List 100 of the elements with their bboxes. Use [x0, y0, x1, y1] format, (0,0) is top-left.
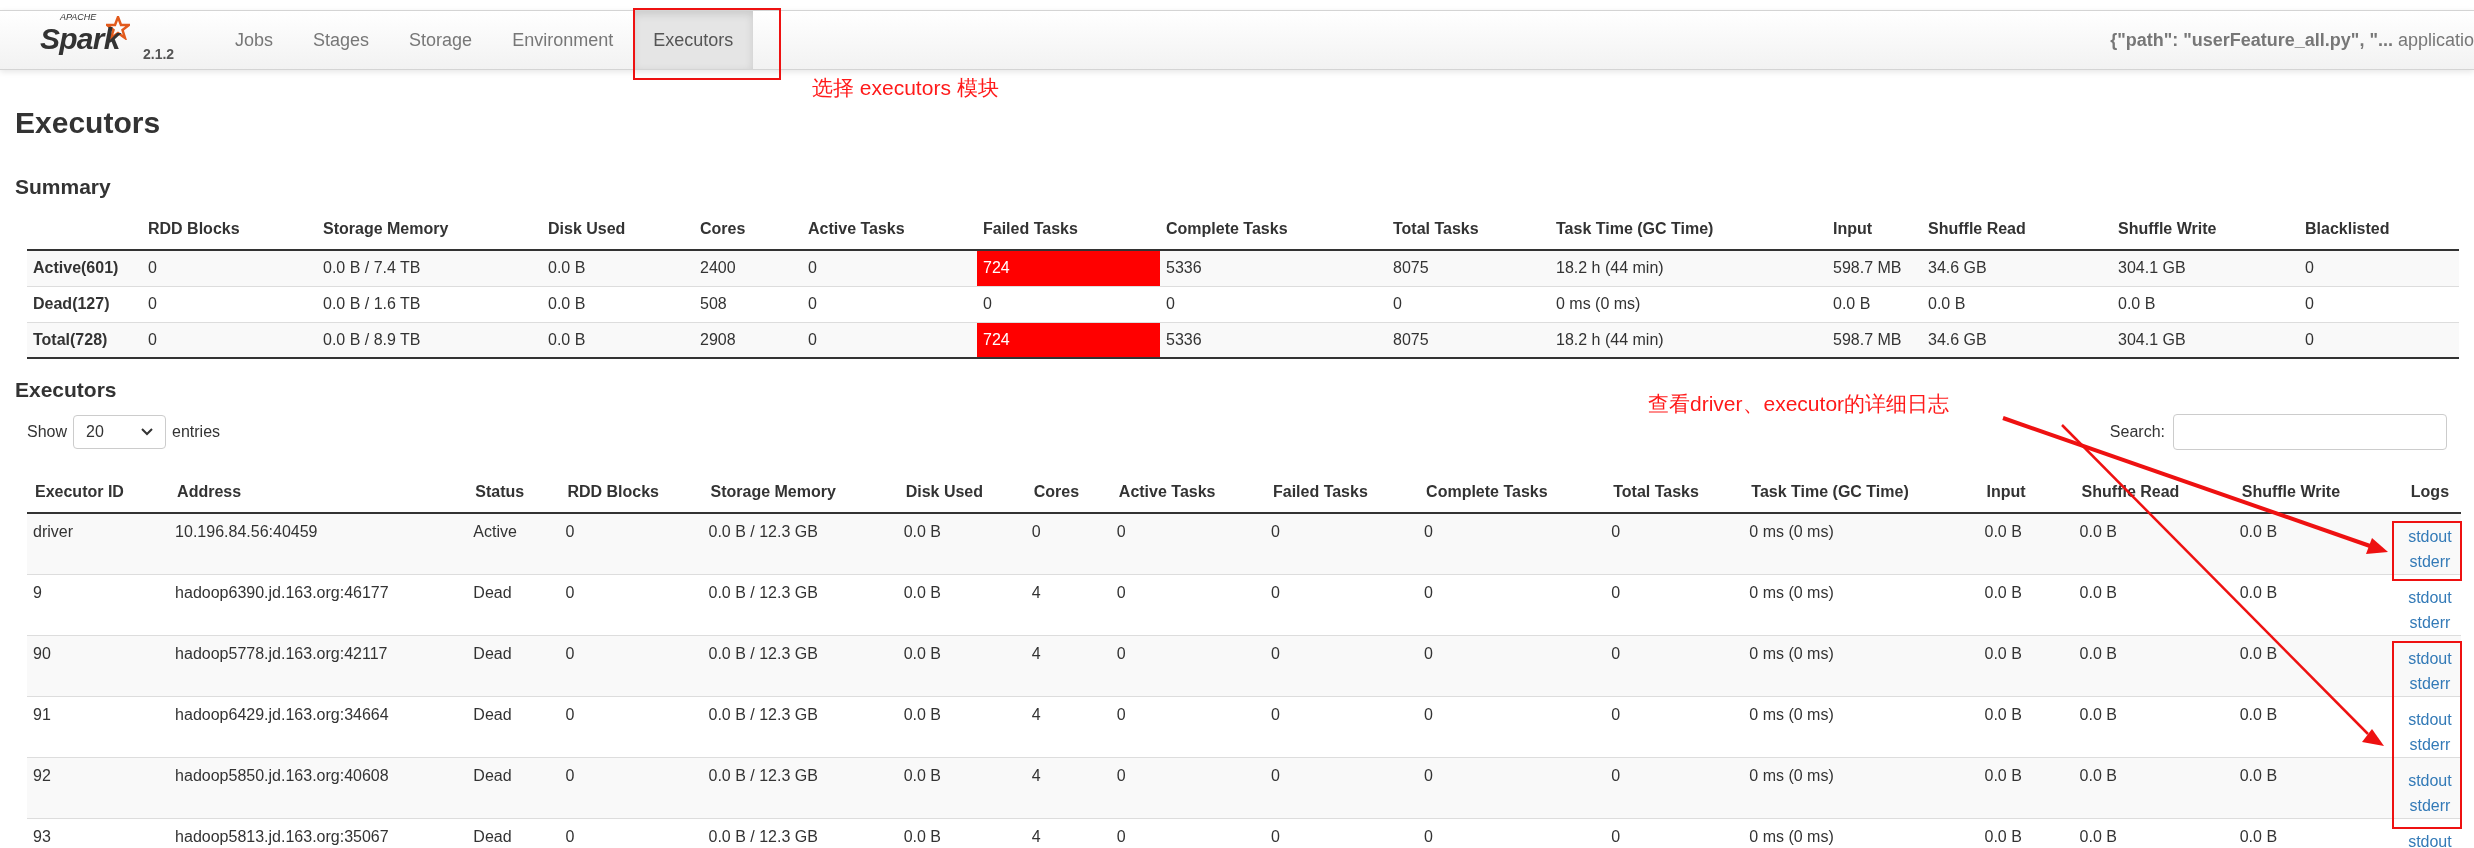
table-cell: 0.0 B — [1984, 584, 2022, 601]
log-link[interactable]: stderr — [2409, 610, 2451, 635]
table-cell: 598.7 MB — [1827, 322, 1922, 358]
table-cell: Dead — [473, 828, 512, 845]
table-cell: 0 — [1424, 767, 1433, 784]
table-cell: 0 — [1270, 767, 1280, 784]
table-cell: 0.0 B — [1827, 286, 1922, 322]
table-cell: 0.0 B — [1922, 286, 2112, 322]
table-cell: 0 — [1270, 828, 1280, 845]
annotation-text: 选择 executors 模块 — [812, 75, 999, 101]
table-cell: 4 — [1031, 767, 1041, 784]
nav-tab[interactable]: Stages — [293, 11, 390, 69]
table-cell: 0 — [802, 322, 977, 358]
row-label: Total(728) — [33, 330, 108, 348]
table-cell: 0 — [2299, 322, 2459, 358]
table-cell: 0.0 B — [2112, 286, 2299, 322]
table-cell: 0.0 B — [1984, 523, 2022, 540]
nav-tab[interactable]: Storage — [389, 11, 493, 69]
table-cell: 92 — [33, 767, 51, 784]
column-header: Failed Tasks — [983, 220, 1078, 237]
table-cell: 18.2 h (44 min) — [1550, 322, 1827, 358]
nav-tab[interactable]: Environment — [492, 11, 634, 69]
column-header: RDD Blocks — [148, 220, 240, 237]
log-link[interactable]: stdout — [2408, 707, 2452, 732]
column-header: Task Time (GC Time) — [1556, 220, 1714, 237]
log-link[interactable]: stdout — [2408, 585, 2452, 610]
table-cell: 0 — [1270, 584, 1280, 601]
table-cell: 0.0 B — [2239, 584, 2278, 601]
table-cell: 0.0 B — [2079, 767, 2117, 784]
table-cell: 0.0 B — [903, 767, 942, 784]
log-link[interactable]: stdout — [2408, 524, 2452, 549]
table-cell: 0 — [1116, 767, 1126, 784]
table-cell: 0 — [565, 523, 575, 540]
table-cell: 0 — [1116, 645, 1126, 662]
table-cell: 0 — [1116, 828, 1126, 845]
highlight-box — [2392, 521, 2462, 581]
table-cell: 0 — [2299, 250, 2459, 286]
log-link[interactable]: stdout — [2408, 829, 2452, 848]
table-cell: 0.0 B — [1984, 645, 2022, 662]
column-header: Complete Tasks — [1426, 483, 1548, 500]
log-link[interactable]: stderr — [2409, 549, 2451, 574]
nav-tab[interactable]: Jobs — [215, 11, 294, 69]
table-cell: 0 — [1387, 286, 1550, 322]
table-cell: 0.0 B — [2079, 828, 2117, 845]
column-header: Active Tasks — [1118, 483, 1216, 500]
table-cell: 0.0 B — [1984, 767, 2022, 784]
table-cell: 304.1 GB — [2112, 250, 2299, 286]
log-link[interactable]: stderr — [2409, 732, 2451, 757]
table-cell: 90 — [33, 645, 51, 662]
table-cell: 4 — [1031, 645, 1041, 662]
table-cell: 0.0 B — [542, 286, 694, 322]
table-cell: Dead — [473, 584, 512, 601]
table-cell: 0 — [1424, 645, 1433, 662]
column-header: Storage Memory — [323, 220, 449, 237]
table-cell: 724 — [977, 250, 1160, 286]
row-label: Active(601) — [33, 259, 119, 277]
table-cell: 0 — [142, 250, 317, 286]
table-cell: 0 — [565, 584, 575, 601]
nav-tab[interactable]: Executors — [633, 11, 754, 69]
table-cell: 0 — [1611, 584, 1621, 601]
table-cell: 0.0 B — [2239, 706, 2278, 723]
table-cell: 34.6 GB — [1922, 322, 2112, 358]
chevron-down-icon — [141, 428, 154, 436]
table-cell: 0 ms (0 ms) — [1550, 286, 1827, 322]
table-cell: 0 — [565, 767, 575, 784]
log-link[interactable]: stdout — [2408, 768, 2452, 793]
column-header: Total Tasks — [1613, 483, 1699, 500]
table-cell: 0.0 B / 1.6 TB — [317, 286, 542, 322]
table-cell: 0.0 B — [2239, 828, 2278, 845]
column-header: Task Time (GC Time) — [1751, 483, 1909, 500]
table-cell: 0.0 B — [2079, 584, 2117, 601]
log-link[interactable]: stderr — [2409, 793, 2451, 818]
table-cell: hadoop5813.jd.163.org:35067 — [175, 828, 389, 845]
column-header: Cores — [700, 220, 746, 237]
log-link[interactable]: stderr — [2409, 671, 2451, 696]
table-cell: 0 — [1031, 523, 1041, 540]
search-field[interactable] — [2173, 414, 2447, 450]
version-label: 2.1.2 — [143, 45, 175, 64]
table-cell: 0 — [1424, 584, 1433, 601]
table-cell: 0 — [142, 322, 317, 358]
table-cell: Dead — [473, 645, 512, 662]
column-header: Active Tasks — [808, 220, 905, 237]
table-cell: 4 — [1031, 828, 1041, 845]
table-cell: 0 ms (0 ms) — [1749, 645, 1834, 662]
table-cell: 0 — [1611, 645, 1621, 662]
table-cell: 0.0 B / 12.3 GB — [708, 645, 818, 662]
table-cell: 0 ms (0 ms) — [1749, 706, 1834, 723]
table-cell: 0 — [1116, 706, 1126, 723]
table-cell: 0 — [1270, 706, 1280, 723]
log-link[interactable]: stdout — [2408, 646, 2452, 671]
table-cell: 0.0 B — [2079, 523, 2117, 540]
table-cell: 0 — [1611, 523, 1621, 540]
table-cell: 4 — [1031, 706, 1041, 723]
table-cell: 0.0 B — [2239, 645, 2278, 662]
table-cell: 0 — [565, 706, 575, 723]
section-title: Summary — [15, 176, 112, 197]
page-size-select[interactable]: 20 — [73, 415, 167, 449]
table-cell: 0.0 B / 8.9 TB — [317, 322, 542, 358]
table-cell: 0 — [1270, 523, 1280, 540]
column-header: Complete Tasks — [1166, 220, 1288, 237]
